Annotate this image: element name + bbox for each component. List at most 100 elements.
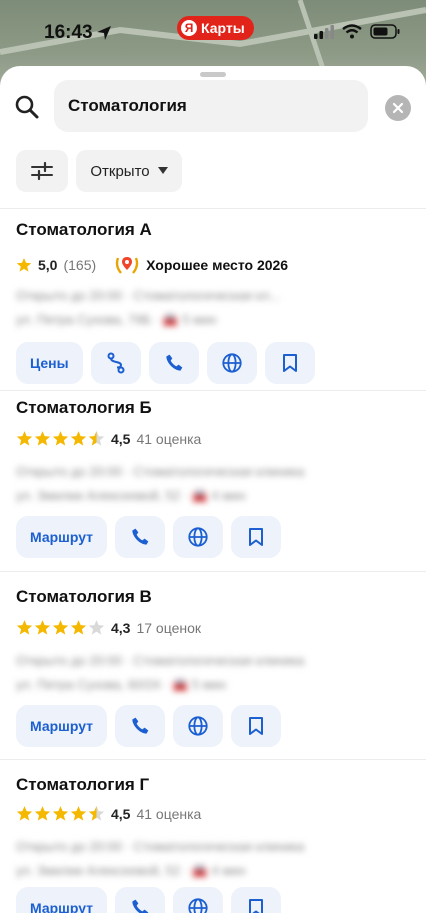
bookmark-button[interactable] bbox=[231, 887, 282, 913]
results-sheet[interactable]: Стоматология Открыто Стоматология А 5,0 … bbox=[0, 66, 426, 913]
review-count: (165) bbox=[63, 257, 97, 273]
open-now-filter[interactable]: Открыто bbox=[76, 150, 182, 192]
stars-rating bbox=[16, 430, 105, 447]
globe-icon bbox=[221, 353, 242, 373]
result-card[interactable]: Стоматология В 4,3 17 оценок Открыто до … bbox=[0, 573, 426, 759]
bookmark-button[interactable] bbox=[231, 705, 282, 747]
route-button[interactable]: Маршрут bbox=[16, 705, 108, 747]
rating-row: 5,0 (165) Хорошее место 2026 bbox=[16, 254, 288, 276]
website-button[interactable] bbox=[173, 705, 224, 747]
result-card[interactable]: Стоматология Г 4,5 41 оценка Открыто до … bbox=[0, 761, 426, 913]
star-icon bbox=[70, 620, 87, 635]
star-icon bbox=[34, 620, 51, 635]
clear-search-button[interactable] bbox=[385, 95, 411, 121]
search-input[interactable]: Стоматология bbox=[54, 80, 368, 132]
filter-sliders-icon bbox=[31, 161, 53, 181]
phone-icon bbox=[132, 899, 149, 913]
call-button[interactable] bbox=[115, 516, 166, 558]
award-badge[interactable]: Хорошее место 2026 bbox=[114, 254, 288, 276]
status-time: 16:43 bbox=[44, 22, 93, 43]
stars-rating bbox=[16, 619, 105, 636]
route-button[interactable]: Маршрут bbox=[16, 516, 108, 558]
wifi-icon bbox=[342, 24, 362, 39]
star-icon bbox=[16, 806, 33, 821]
call-button[interactable] bbox=[115, 705, 166, 747]
website-button[interactable] bbox=[173, 887, 224, 913]
yandex-logo-icon: Я bbox=[181, 20, 197, 36]
bookmark-icon bbox=[249, 528, 264, 546]
open-now-filter-label: Открыто bbox=[90, 162, 150, 180]
bookmark-icon bbox=[249, 717, 264, 735]
rating-row: 4,3 17 оценок bbox=[16, 619, 201, 636]
bookmark-icon bbox=[249, 899, 264, 913]
award-laurel-icon bbox=[115, 257, 139, 274]
star-icon bbox=[52, 431, 69, 446]
rating-row: 4,5 41 оценка bbox=[16, 805, 201, 822]
bookmark-button[interactable] bbox=[264, 342, 315, 384]
sheet-grabber[interactable] bbox=[200, 72, 226, 77]
stars-rating bbox=[16, 805, 105, 822]
phone-icon bbox=[132, 528, 149, 545]
maps-app-badge[interactable]: Я Карты bbox=[177, 16, 254, 40]
result-actions: Цены bbox=[16, 342, 315, 384]
result-actions: Маршрут bbox=[16, 705, 282, 747]
call-button[interactable] bbox=[148, 342, 199, 384]
result-title[interactable]: Стоматология Г bbox=[16, 775, 149, 795]
divider bbox=[0, 390, 426, 391]
result-hours-category: Открыто до 20:00 · Стоматологическая кли… bbox=[16, 653, 305, 668]
star-icon bbox=[16, 431, 33, 446]
star-half-icon bbox=[88, 806, 105, 821]
result-card[interactable]: Стоматология Б 4,5 41 оценка Открыто до … bbox=[0, 392, 426, 570]
website-button[interactable] bbox=[173, 516, 224, 558]
result-title[interactable]: Стоматология В bbox=[16, 587, 152, 607]
review-count: 41 оценка bbox=[136, 430, 202, 447]
result-title[interactable]: Стоматология А bbox=[16, 220, 152, 240]
chevron-down-icon bbox=[157, 167, 168, 174]
call-button[interactable] bbox=[115, 887, 166, 913]
status-bar: 16:43 Я Карты bbox=[0, 0, 426, 64]
award-label: Хорошее место 2026 bbox=[146, 257, 289, 273]
text-fade bbox=[336, 294, 426, 304]
bookmark-icon bbox=[282, 354, 297, 372]
review-count: 41 оценка bbox=[136, 805, 202, 822]
divider bbox=[0, 208, 426, 209]
divider bbox=[0, 571, 426, 572]
star-icon bbox=[16, 258, 32, 272]
result-actions: Маршрут bbox=[16, 516, 282, 558]
search-icon[interactable] bbox=[14, 94, 40, 120]
globe-icon bbox=[188, 716, 208, 736]
prices-button[interactable]: Цены bbox=[16, 342, 83, 384]
star-icon bbox=[52, 620, 69, 635]
star-icon bbox=[34, 431, 51, 446]
star-icon bbox=[52, 806, 69, 821]
signal-icon bbox=[314, 24, 334, 39]
result-card[interactable]: Стоматология А 5,0 (165) Хорошее место 2… bbox=[0, 210, 426, 390]
review-count: 17 оценок bbox=[136, 619, 202, 636]
rating-value: 5,0 bbox=[38, 257, 58, 273]
rating-value: 4,5 bbox=[111, 805, 131, 822]
phone-icon bbox=[132, 717, 149, 734]
result-hours-category: Открыто до 20:00 · Стоматологическая кли… bbox=[16, 839, 305, 854]
star-half-icon bbox=[88, 431, 105, 446]
result-title[interactable]: Стоматология Б bbox=[16, 398, 152, 418]
rating-row: 4,5 41 оценка bbox=[16, 430, 201, 447]
route-button[interactable]: Маршрут bbox=[16, 887, 108, 913]
route-button[interactable] bbox=[90, 342, 141, 384]
location-arrow-icon bbox=[97, 26, 111, 40]
divider bbox=[0, 759, 426, 760]
bookmark-button[interactable] bbox=[231, 516, 282, 558]
globe-icon bbox=[188, 898, 208, 913]
website-button[interactable] bbox=[206, 342, 257, 384]
route-icon bbox=[107, 352, 125, 374]
status-icons bbox=[314, 24, 400, 39]
globe-icon bbox=[188, 527, 208, 547]
filters-button[interactable] bbox=[16, 150, 68, 192]
phone-icon bbox=[165, 354, 182, 371]
maps-app-badge-label: Карты bbox=[201, 20, 245, 36]
result-actions: Маршрут bbox=[16, 887, 282, 913]
result-hours-category: Открыто до 20:00 · Стоматологическая кл.… bbox=[16, 288, 281, 303]
battery-icon bbox=[370, 24, 400, 39]
star-icon bbox=[70, 431, 87, 446]
result-address: ул. Петра Сухова, 79Б · 🚘 5 мин bbox=[16, 312, 217, 327]
result-address: ул. Змилии Алексеевой, 52 · 🚘 4 мин bbox=[16, 863, 246, 878]
